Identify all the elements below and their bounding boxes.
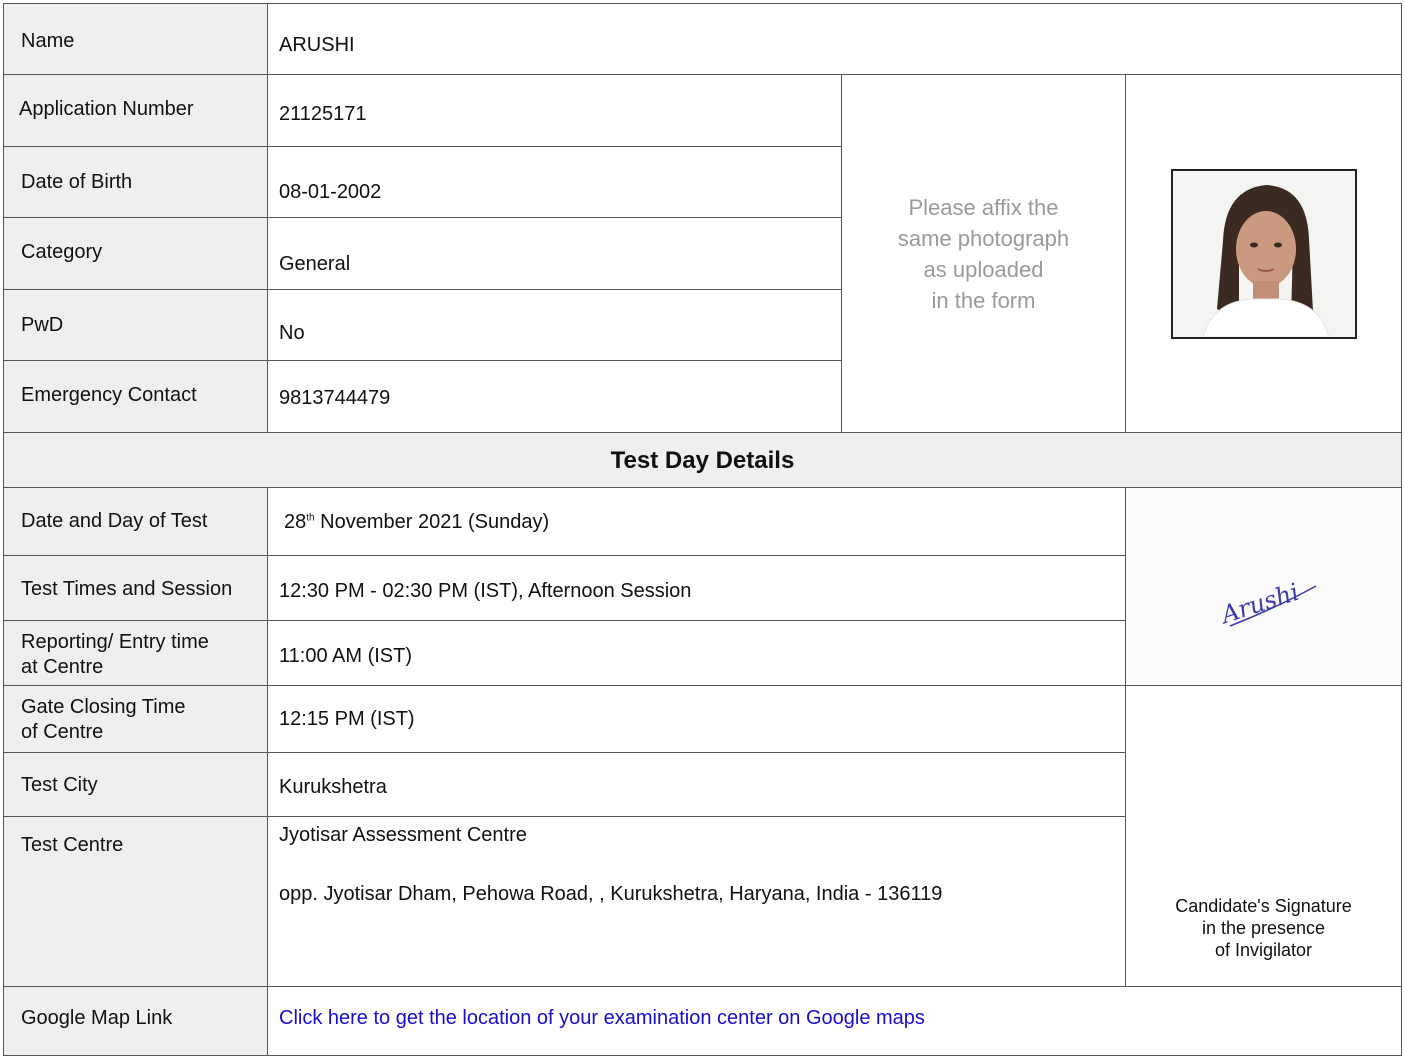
test-times-label-cell: Test Times and Session: [3, 555, 268, 621]
dob-value-cell: 08-01-2002: [267, 146, 842, 218]
dob-value: 08-01-2002: [279, 181, 382, 203]
test-date-value: 28th November 2021 (Sunday): [284, 511, 549, 534]
application-number-value: 21125171: [279, 103, 367, 125]
signature-caption-line: of Invigilator: [1214, 940, 1313, 960]
application-number-label: Application Number: [19, 98, 194, 120]
photo-note-cell: Please affix the same photograph as uplo…: [841, 74, 1126, 433]
dob-label-cell: Date of Birth: [3, 146, 268, 218]
test-centre-value-cell: Jyotisar Assessment Centre opp. Jyotisar…: [267, 816, 1126, 987]
test-centre-label: Test Centre: [21, 834, 124, 856]
candidate-photo-image: [1173, 171, 1355, 337]
pwd-value: No: [279, 322, 305, 344]
test-day-heading-cell: Test Day Details: [3, 432, 1402, 488]
signature-image: Arushi: [1216, 578, 1317, 630]
application-number-label-cell: Application Number: [3, 74, 268, 147]
gate-value: 12:15 PM (IST): [279, 708, 415, 730]
map-label-cell: Google Map Link: [3, 986, 268, 1056]
name-value-cell: ARUSHI: [267, 3, 1402, 75]
photo-note-line: as uploaded: [923, 257, 1044, 282]
name-value: ARUSHI: [279, 34, 355, 56]
dob-label: Date of Birth: [21, 171, 133, 193]
emergency-value-cell: 9813744479: [267, 360, 842, 433]
google-map-link[interactable]: Click here to get the location of your e…: [279, 1007, 925, 1030]
pwd-label: PwD: [21, 314, 64, 336]
test-date-suffix: th: [306, 512, 315, 524]
photo-note-line: Please affix the: [908, 195, 1059, 220]
candidate-signature-cell: Candidate's Signature in the presence of…: [1125, 685, 1402, 987]
test-city-value: Kurukshetra: [279, 776, 387, 798]
test-date-day: 28: [284, 511, 307, 533]
test-times-value: 12:30 PM - 02:30 PM (IST), Afternoon Ses…: [279, 580, 692, 602]
test-date-value-cell: 28th November 2021 (Sunday): [267, 487, 1126, 556]
name-label: Name: [21, 30, 75, 52]
gate-label-line: of Centre: [21, 721, 104, 743]
emergency-value: 9813744479: [279, 387, 391, 409]
reporting-label-line: Reporting/ Entry time: [21, 631, 209, 653]
test-city-label: Test City: [21, 774, 98, 796]
reporting-label-line: at Centre: [21, 656, 104, 678]
pwd-value-cell: No: [267, 289, 842, 361]
test-centre-address: opp. Jyotisar Dham, Pehowa Road, , Kuruk…: [279, 883, 943, 905]
emergency-label-cell: Emergency Contact: [3, 360, 268, 433]
signature-image-cell: Arushi: [1125, 487, 1402, 686]
test-centre-label-cell: Test Centre: [3, 816, 268, 987]
photo-note-line: in the form: [931, 288, 1036, 313]
test-date-rest: November 2021 (Sunday): [314, 511, 550, 533]
map-link-cell: Click here to get the location of your e…: [267, 986, 1402, 1056]
map-label: Google Map Link: [21, 1007, 173, 1029]
test-day-heading: Test Day Details: [610, 447, 795, 474]
gate-value-cell: 12:15 PM (IST): [267, 685, 1126, 753]
photo-note-line: same photograph: [897, 226, 1070, 251]
category-label-cell: Category: [3, 217, 268, 290]
test-times-label: Test Times and Session: [21, 578, 233, 600]
emergency-label: Emergency Contact: [21, 384, 197, 406]
test-times-value-cell: 12:30 PM - 02:30 PM (IST), Afternoon Ses…: [267, 555, 1126, 621]
test-city-value-cell: Kurukshetra: [267, 752, 1126, 817]
photo-note: Please affix the same photograph as uplo…: [842, 192, 1125, 316]
application-number-value-cell: 21125171: [267, 74, 842, 147]
candidate-photo: [1171, 169, 1357, 339]
svg-text:Arushi: Arushi: [1216, 578, 1302, 630]
reporting-label-cell: Reporting/ Entry time at Centre: [3, 620, 268, 686]
test-date-label-cell: Date and Day of Test: [3, 487, 268, 556]
name-label-cell: Name: [3, 3, 268, 75]
category-label: Category: [21, 241, 103, 263]
gate-label-cell: Gate Closing Time of Centre: [3, 685, 268, 753]
reporting-value-cell: 11:00 AM (IST): [267, 620, 1126, 686]
test-centre-name: Jyotisar Assessment Centre: [279, 824, 527, 846]
signature-caption: Candidate's Signature in the presence of…: [1126, 895, 1401, 961]
signature-caption-line: in the presence: [1201, 918, 1326, 938]
category-value-cell: General: [267, 217, 842, 290]
signature-caption-line: Candidate's Signature: [1175, 896, 1352, 916]
gate-label: Gate Closing Time of Centre: [21, 695, 186, 745]
test-date-label: Date and Day of Test: [21, 510, 208, 532]
category-value: General: [279, 253, 351, 275]
gate-label-line: Gate Closing Time: [21, 696, 186, 718]
reporting-label: Reporting/ Entry time at Centre: [21, 630, 209, 680]
reporting-value: 11:00 AM (IST): [279, 645, 413, 667]
test-city-label-cell: Test City: [3, 752, 268, 817]
pwd-label-cell: PwD: [3, 289, 268, 361]
